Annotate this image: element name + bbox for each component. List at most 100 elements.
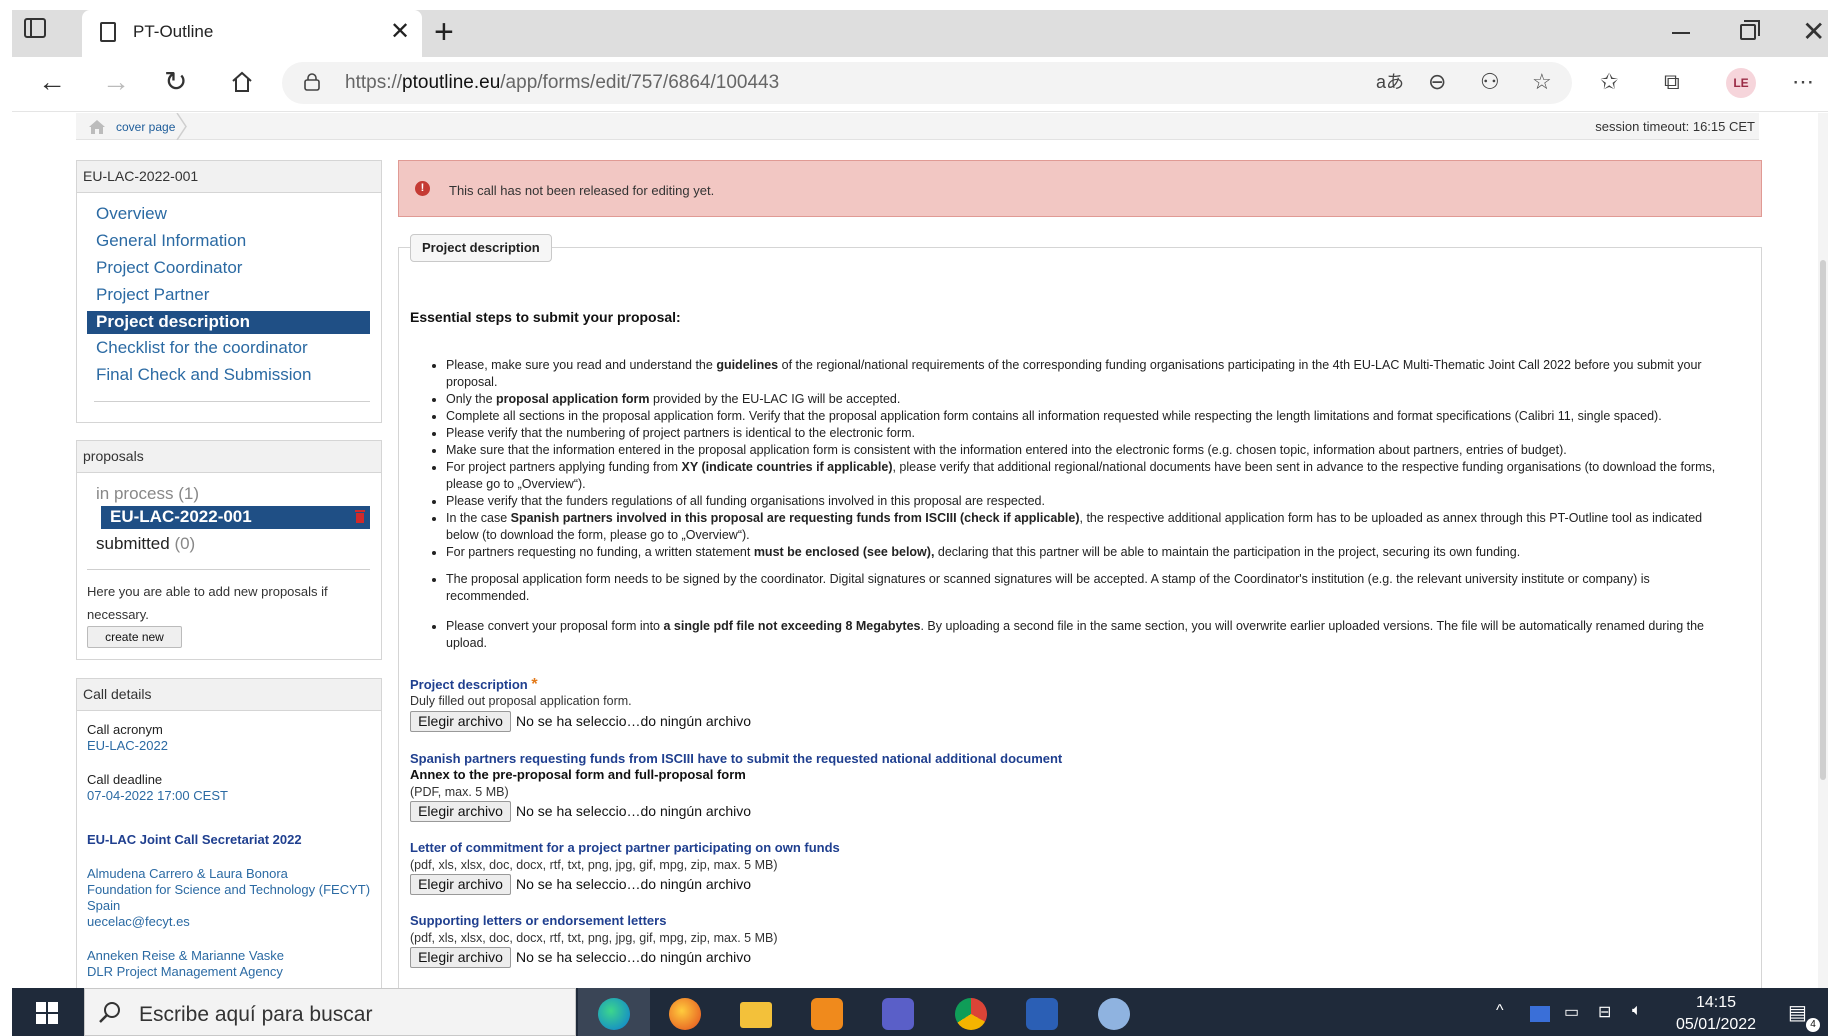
nav-project-coordinator[interactable]: Project Coordinator [96,258,242,278]
step-text-before: Please, make sure you read and understan… [446,358,717,372]
file-upload-button[interactable]: Elegir archivo [410,801,511,822]
back-icon[interactable]: ← [38,66,66,98]
collections-icon[interactable]: ⧉ [1664,68,1680,96]
more-menu-icon[interactable]: ⋯ [1792,68,1814,96]
refresh-icon[interactable]: ↻ [164,66,187,98]
step-text-bold: must be enclosed (see below), [753,545,935,559]
new-tab-icon[interactable]: + [434,14,454,50]
submitted-heading[interactable]: submitted (0) [96,534,195,554]
firefox-icon[interactable] [669,998,701,1030]
network-icon[interactable]: ⊟ [1598,1002,1611,1022]
step-text-before: For partners requesting no funding, a wr… [446,545,754,559]
step-text-bold: guidelines [716,358,779,372]
in-process-heading[interactable]: in process (1) [96,484,199,504]
bullet-dot [432,500,436,504]
outlook-icon[interactable] [811,998,843,1030]
step-text-before: Complete all sections in the proposal ap… [446,409,1662,423]
nav-general-information[interactable]: General Information [96,231,246,251]
field-project-description-title: Project description * [410,676,538,693]
lock-icon[interactable] [304,73,320,91]
breadcrumb-home-icon[interactable] [88,119,106,135]
proposal-item-label: EU-LAC-2022-001 [110,507,252,526]
step-item: Make sure that the information entered i… [432,442,1736,459]
divider [87,569,370,570]
zoom-out-icon[interactable]: ⊖ [1428,68,1446,96]
bullet-dot [432,449,436,453]
file-status: No se ha seleccio…do ningún archivo [516,803,752,819]
contact1-names: Almudena Carrero & Laura Bonora [87,866,288,881]
home-icon[interactable] [230,70,254,94]
clock-time: 14:15 [1695,994,1737,1011]
notifications-icon[interactable]: ▤ [1788,1000,1807,1025]
profile-avatar[interactable]: LE [1726,68,1756,98]
edge-icon[interactable] [598,998,630,1030]
nav-project-description[interactable]: Project description [87,311,370,334]
step-item: For partners requesting no funding, a wr… [432,544,1736,561]
alert-icon: ! [415,181,430,196]
page-icon [100,22,116,42]
breadcrumb-cover-page[interactable]: cover page [116,120,175,134]
battery-icon[interactable]: ▭ [1564,1002,1579,1022]
field-commitment-title: Letter of commitment for a project partn… [410,840,840,855]
file-upload-button[interactable]: Elegir archivo [410,711,511,732]
word-icon[interactable] [1026,998,1058,1030]
taskbar-search-placeholder: Escribe aquí para buscar [139,1003,373,1026]
bullet-dot [432,364,436,368]
step-text-bold: proposal application form [496,392,650,406]
file-status: No se ha seleccio…do ningún archivo [516,876,752,892]
file-status: No se ha seleccio…do ningún archivo [516,713,752,729]
taskbar-clock[interactable]: 14:15 05/01/2022 [1666,992,1766,1036]
call-deadline-label: Call deadline [87,772,163,787]
read-aloud-icon[interactable]: aあ [1376,68,1404,96]
divider [94,401,370,402]
file-explorer-icon[interactable] [740,1002,772,1028]
bullet-dot [432,517,436,521]
favorites-icon[interactable]: ✩ [1600,68,1618,96]
create-new-button[interactable]: create new [87,626,182,648]
contact2-org: DLR Project Management Agency [87,964,283,979]
nav-checklist[interactable]: Checklist for the coordinator [96,338,308,358]
add-favorite-icon[interactable]: ☆ [1532,68,1552,96]
contact1-country: Spain [87,898,121,913]
forward-icon[interactable]: → [102,66,130,98]
delete-icon[interactable] [354,508,366,524]
call-details-title: Call details [77,679,381,711]
field-supporting-letters-title: Supporting letters or endorsement letter… [410,913,667,928]
close-tab-icon[interactable]: ✕ [390,18,410,46]
steps-list-convert: Please convert your proposal form into a… [432,618,1736,652]
step-item: Only the proposal application form provi… [432,391,1736,408]
scrollbar-thumb[interactable] [1820,260,1826,780]
paint-icon[interactable] [1098,998,1130,1030]
field-iscii-title: Spanish partners requesting funds from I… [410,751,1063,766]
windows-start-icon[interactable] [36,1002,58,1024]
restore-icon[interactable] [1740,20,1760,40]
teams-icon[interactable] [882,998,914,1030]
step-text-before: The proposal application form needs to b… [446,572,1650,603]
nav-overview[interactable]: Overview [96,204,167,224]
minimize-icon[interactable] [1672,32,1690,34]
tray-app-icon[interactable] [1530,1006,1550,1022]
volume-icon[interactable]: 🔈︎ [1632,1002,1642,1020]
call-deadline-value: 07-04-2022 17:00 CEST [87,788,228,803]
chrome-icon[interactable] [955,998,987,1030]
tab-title: PT-Outline [133,22,214,41]
tab-actions-icon[interactable] [24,18,46,38]
breadcrumb [76,113,1759,140]
nav-project-partner[interactable]: Project Partner [96,285,209,305]
url-text[interactable]: https://ptoutline.eu/app/forms/edit/757/… [345,72,779,94]
file-upload-button[interactable]: Elegir archivo [410,947,511,968]
show-hidden-icons-icon[interactable]: ^ [1496,1002,1504,1020]
close-window-icon[interactable]: ✕ [1802,16,1825,48]
proposal-item[interactable]: EU-LAC-2022-001 [101,506,370,529]
file-upload-button[interactable]: Elegir archivo [410,874,511,895]
nav-final-check[interactable]: Final Check and Submission [96,365,311,385]
step-text-before: Only the [446,392,497,406]
field-iscii-desc: (PDF, max. 5 MB) [410,785,509,799]
contact1-email[interactable]: uecelac@fecyt.es [87,914,370,930]
profile-sync-icon[interactable]: ⚇ [1480,68,1500,96]
bullet-dot [432,432,436,436]
step-text-before: Make sure that the information entered i… [446,443,1567,457]
bullet-dot [432,398,436,402]
step-text-after: provided by the EU-LAC IG will be accept… [649,392,901,406]
secretariat-title: EU-LAC Joint Call Secretariat 2022 [87,832,302,847]
